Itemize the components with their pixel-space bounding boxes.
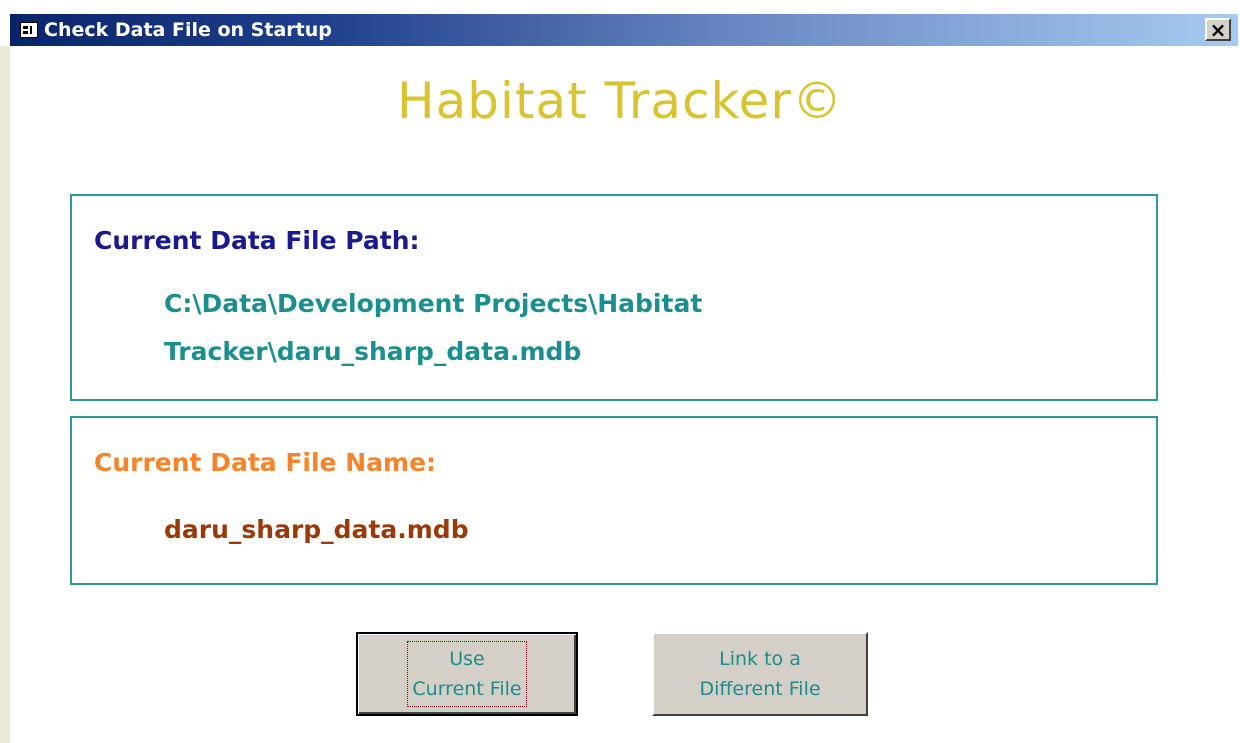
use-current-label-line-1: Use	[449, 648, 485, 670]
path-label: Current Data File Path:	[94, 226, 420, 255]
link-different-label-line-1: Link to a	[719, 648, 801, 670]
app-title: Habitat Tracker©	[397, 72, 843, 130]
window-title: Check Data File on Startup	[44, 19, 332, 41]
file-name-value: daru_sharp_data.mdb	[164, 515, 469, 544]
close-button[interactable]: ×	[1205, 18, 1231, 41]
path-value: C:\Data\Development Projects\Habitat Tra…	[164, 280, 964, 376]
link-different-label-line-2: Different File	[699, 678, 821, 700]
dialog-window: Check Data File on Startup × Habitat Tra…	[0, 0, 1240, 743]
data-file-path-panel: Current Data File Path: C:\Data\Developm…	[70, 194, 1158, 401]
close-icon: ×	[1209, 17, 1227, 42]
title-bar[interactable]: Check Data File on Startup	[10, 14, 1238, 46]
path-value-line-2: Tracker\daru_sharp_data.mdb	[164, 337, 582, 366]
form-icon	[20, 22, 38, 38]
link-different-file-button[interactable]: Link to a Different File	[652, 632, 868, 716]
file-name-label: Current Data File Name:	[94, 448, 437, 477]
use-current-file-button[interactable]: Use Current File	[356, 632, 578, 716]
focus-rectangle: Use Current File	[407, 641, 527, 707]
window-left-edge	[0, 46, 10, 743]
use-current-label-line-2: Current File	[412, 678, 522, 700]
data-file-name-panel: Current Data File Name: daru_sharp_data.…	[70, 416, 1158, 585]
link-different-label: Link to a Different File	[699, 644, 820, 704]
path-value-line-1: C:\Data\Development Projects\Habitat	[164, 289, 703, 318]
